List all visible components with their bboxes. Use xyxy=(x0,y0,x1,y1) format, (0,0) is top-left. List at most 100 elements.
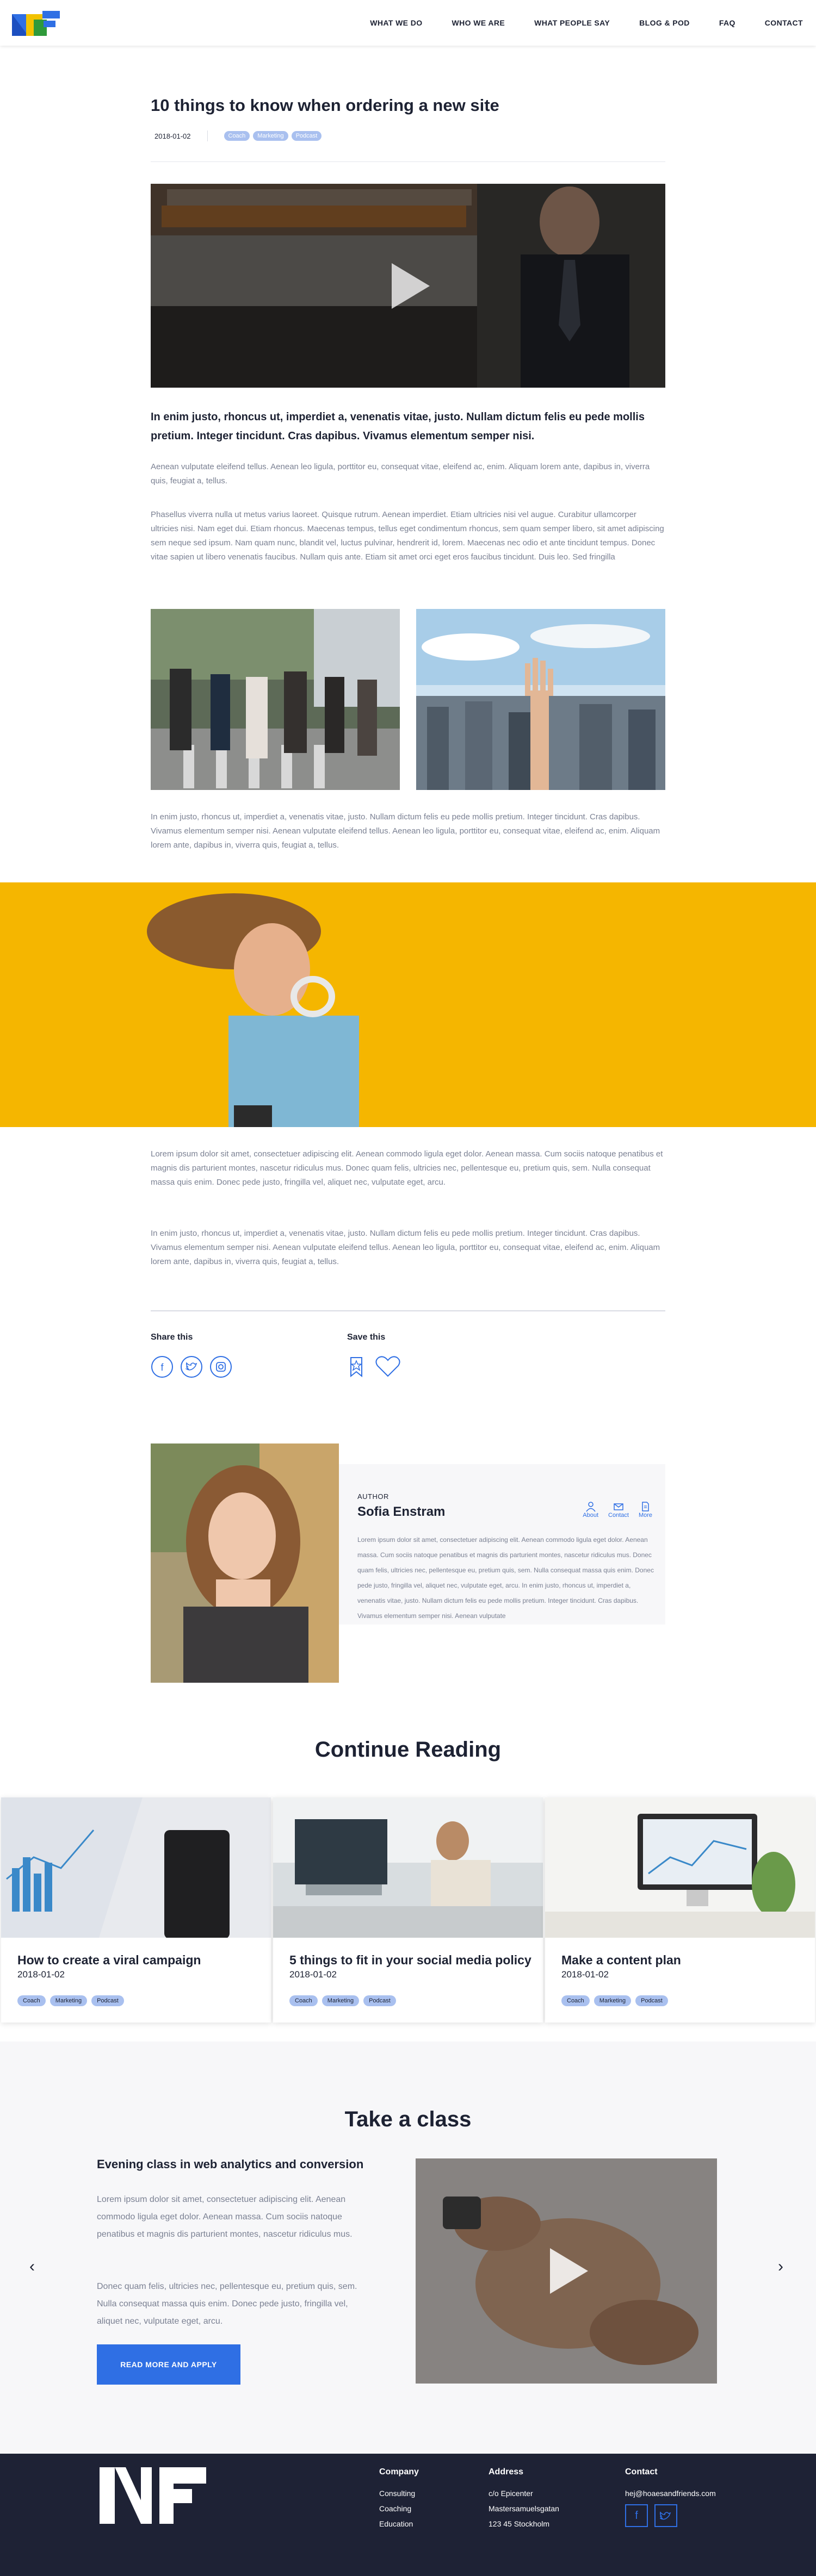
card-tag[interactable]: Marketing xyxy=(50,1995,88,2006)
author-more-button[interactable]: More xyxy=(639,1501,652,1519)
footer-email-link[interactable]: hej@hoaesandfriends.com xyxy=(625,2489,716,2498)
site-footer: Company Consulting Coaching Education Ad… xyxy=(0,2454,816,2576)
card-tag[interactable]: Coach xyxy=(17,1995,46,2006)
article-card-2[interactable]: 5 things to fit in your social media pol… xyxy=(273,1797,543,2023)
author-actions: About Contact More xyxy=(583,1501,652,1519)
author-contact-button[interactable]: Contact xyxy=(608,1501,629,1519)
author-about-label: About xyxy=(583,1512,599,1519)
author-kicker: AUTHOR xyxy=(357,1492,389,1501)
footer-contact-title: Contact xyxy=(625,2467,658,2477)
class-paragraph-2: Donec quam felis, ultricies nec, pellent… xyxy=(97,2282,357,2326)
card-tags-2: Coach Marketing Podcast xyxy=(289,1995,396,2006)
nav-faq[interactable]: FAQ xyxy=(719,18,735,27)
author-bio: Lorem ipsum dolor sit amet, consectetuer… xyxy=(357,1536,654,1620)
svg-text:f: f xyxy=(160,1362,164,1373)
share-divider xyxy=(151,1310,665,1311)
tag-podcast[interactable]: Podcast xyxy=(291,131,322,141)
article-photo-city-hand xyxy=(416,609,665,790)
footer-address-line: 123 45 Stockholm xyxy=(489,2519,550,2528)
article-date: 2018-01-02 xyxy=(154,132,191,140)
article-paragraph-5: In enim justo, rhoncus ut, imperdiet a, … xyxy=(151,1229,660,1266)
bookmark-icon[interactable] xyxy=(345,1355,368,1378)
footer-address-line: Mastersamuelsgatan xyxy=(489,2504,559,2513)
footer-logo[interactable] xyxy=(100,2467,206,2524)
article-paragraph-1: Aenean vulputate eleifend tellus. Aenean… xyxy=(151,462,650,486)
author-more-label: More xyxy=(638,1512,652,1519)
article-lead: In enim justo, rhoncus ut, imperdiet a, … xyxy=(151,411,645,442)
class-heading: Evening class in web analytics and conve… xyxy=(97,2157,364,2171)
read-more-apply-button[interactable]: READ MORE AND APPLY xyxy=(97,2344,240,2385)
nav-who-we-are[interactable]: WHO WE ARE xyxy=(452,18,505,27)
heart-icon[interactable] xyxy=(374,1355,401,1378)
card-image-2 xyxy=(273,1797,543,1938)
carousel-next-arrow[interactable]: › xyxy=(778,2257,783,2276)
tag-coach[interactable]: Coach xyxy=(224,131,250,141)
card-tag[interactable]: Coach xyxy=(289,1995,318,2006)
nav-what-we-do[interactable]: WHAT WE DO xyxy=(370,18,422,27)
take-a-class-title: Take a class xyxy=(344,2107,472,2131)
footer-link-consulting[interactable]: Consulting xyxy=(379,2489,419,2498)
card-tag[interactable]: Marketing xyxy=(322,1995,360,2006)
card-date-1: 2018-01-02 xyxy=(17,1969,65,1980)
article-meta: 2018-01-02 Coach Marketing Podcast xyxy=(154,130,322,141)
site-header: WHAT WE DO WHO WE ARE WHAT PEOPLE SAY BL… xyxy=(0,0,816,46)
twitter-icon xyxy=(660,2511,671,2520)
author-photo xyxy=(151,1443,339,1683)
site-logo[interactable] xyxy=(12,11,60,36)
instagram-icon[interactable] xyxy=(209,1355,232,1378)
author-name: Sofia Enstram xyxy=(357,1504,446,1519)
nav-blog-pod[interactable]: BLOG & POD xyxy=(639,18,690,27)
footer-social: f xyxy=(625,2504,716,2527)
author-card: AUTHOR Sofia Enstram About Contact More xyxy=(339,1464,665,1625)
save-label: Save this xyxy=(347,1333,386,1342)
footer-contact: Contact hej@hoaesandfriends.com f xyxy=(625,2467,716,2527)
author-contact-label: Contact xyxy=(608,1512,629,1519)
meta-divider xyxy=(207,130,208,141)
card-title-1[interactable]: How to create a viral campaign xyxy=(17,1953,201,1968)
article-paragraph-4: Lorem ipsum dolor sit amet, consectetuer… xyxy=(151,1149,663,1187)
footer-company-title: Company xyxy=(379,2467,419,2477)
footer-address-title: Address xyxy=(489,2467,524,2477)
article-tags: Coach Marketing Podcast xyxy=(224,131,322,141)
footer-link-education[interactable]: Education xyxy=(379,2519,419,2528)
footer-twitter-icon[interactable] xyxy=(654,2504,677,2527)
card-tag[interactable]: Marketing xyxy=(594,1995,632,2006)
card-title-3[interactable]: Make a content plan xyxy=(561,1953,681,1968)
author-about-button[interactable]: About xyxy=(583,1501,598,1519)
title-divider xyxy=(151,161,665,162)
share-label: Share this xyxy=(151,1333,193,1342)
card-date-3: 2018-01-02 xyxy=(561,1969,609,1980)
carousel-prev-arrow[interactable]: ‹ xyxy=(29,2257,35,2276)
article-title: 10 things to know when ordering a new si… xyxy=(151,96,499,115)
card-tags-1: Coach Marketing Podcast xyxy=(17,1995,124,2006)
play-icon[interactable] xyxy=(539,2244,594,2298)
person-icon xyxy=(586,1502,596,1512)
article-card-1[interactable]: How to create a viral campaign 2018-01-0… xyxy=(1,1797,271,2023)
card-image-1 xyxy=(1,1797,271,1938)
continue-reading-title: Continue Reading xyxy=(314,1738,502,1762)
nav-contact[interactable]: CONTACT xyxy=(765,18,803,27)
class-video[interactable] xyxy=(416,2158,717,2384)
twitter-icon[interactable] xyxy=(180,1355,203,1378)
article-paragraph-3: In enim justo, rhoncus ut, imperdiet a, … xyxy=(151,812,660,850)
tag-marketing[interactable]: Marketing xyxy=(253,131,288,141)
card-date-2: 2018-01-02 xyxy=(289,1969,337,1980)
main-nav: WHAT WE DO WHO WE ARE WHAT PEOPLE SAY BL… xyxy=(341,0,803,46)
article-paragraph-2: Phasellus viverra nulla ut metus varius … xyxy=(151,510,664,562)
footer-link-coaching[interactable]: Coaching xyxy=(379,2504,419,2513)
document-icon xyxy=(642,1502,650,1511)
play-icon[interactable] xyxy=(381,259,435,313)
card-tag[interactable]: Podcast xyxy=(363,1995,396,2006)
footer-facebook-icon[interactable]: f xyxy=(625,2504,648,2527)
footer-company: Company Consulting Coaching Education xyxy=(379,2467,419,2535)
article-card-3[interactable]: Make a content plan 2018-01-02 Coach Mar… xyxy=(545,1797,815,2023)
facebook-icon[interactable]: f xyxy=(151,1355,174,1378)
card-tag[interactable]: Podcast xyxy=(635,1995,668,2006)
footer-address-line: c/o Epicenter xyxy=(489,2489,533,2498)
card-title-2[interactable]: 5 things to fit in your social media pol… xyxy=(289,1953,531,1968)
card-tag[interactable]: Podcast xyxy=(91,1995,124,2006)
card-tags-3: Coach Marketing Podcast xyxy=(561,1995,668,2006)
hero-video[interactable] xyxy=(151,184,665,388)
nav-what-people-say[interactable]: WHAT PEOPLE SAY xyxy=(534,18,610,27)
card-tag[interactable]: Coach xyxy=(561,1995,590,2006)
